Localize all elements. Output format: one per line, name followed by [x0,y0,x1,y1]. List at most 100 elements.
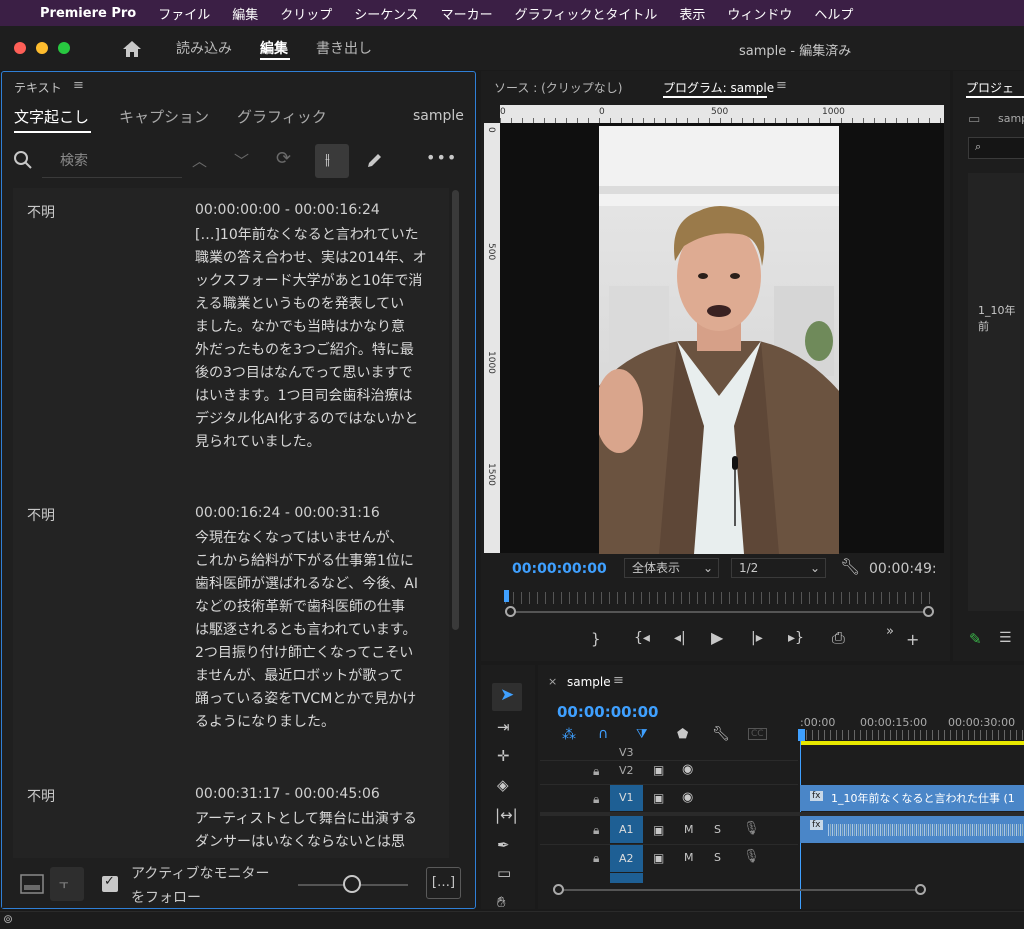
add-button-icon[interactable]: + [906,630,919,649]
speaker-label[interactable]: 不明 [27,202,55,222]
timeline-zoom-right-handle[interactable] [915,884,926,895]
lock-icon[interactable]: 🔒︎ [593,792,599,807]
tab-edit[interactable]: 編集 [260,38,288,58]
linked-selection-icon[interactable]: ⧩ [636,727,648,742]
sync-lock-icon[interactable]: ▣ [653,823,664,837]
project-tab[interactable]: プロジェ [966,79,1014,96]
slip-tool-icon[interactable]: |↔| [495,806,518,824]
align-button[interactable]: ⫟ [50,867,84,901]
eye-icon[interactable]: ◉ [682,762,693,777]
more-options-icon[interactable]: ••• [426,148,457,167]
audio-clip[interactable]: fx [800,816,1024,843]
eye-icon[interactable]: ◉ [682,790,693,805]
snap-magnet-icon[interactable]: ∩ [598,726,608,742]
close-window-button[interactable] [14,42,26,54]
menu-edit[interactable]: 編集 [232,4,258,23]
timeline-playhead-handle[interactable] [798,729,805,741]
program-zoom-bar[interactable] [511,611,928,613]
transcript-scrollbar[interactable] [452,190,459,630]
project-bin-area[interactable] [968,173,1024,611]
zoom-window-button[interactable] [58,42,70,54]
more-actions-button[interactable]: […] [426,867,461,899]
program-current-timecode[interactable]: 00:00:00:00 [512,561,607,577]
menu-window[interactable]: ウィンドウ [727,4,792,23]
pencil-icon[interactable] [366,151,384,169]
menu-graphics[interactable]: グラフィックとタイトル [515,4,658,23]
step-forward-icon[interactable]: |▸ [751,630,763,646]
resolution-dropdown[interactable]: 1/2 ⌄ [731,558,826,578]
chevron-down-icon[interactable]: ﹀ [234,150,249,171]
menu-clip[interactable]: クリップ [280,4,332,23]
track-name-v3[interactable]: V3 [619,746,634,759]
tab-transcript[interactable]: 文字起こし [14,106,89,127]
mute-button[interactable]: M [684,823,694,836]
tab-source[interactable]: ソース : (クリップなし) [494,79,622,96]
sequence-menu-icon[interactable]: ≡ [613,673,624,688]
tab-captions[interactable]: キャプション [119,106,209,127]
lock-icon[interactable]: 🔒︎ [593,851,599,866]
project-search-input[interactable]: ⌕ [968,137,1024,159]
menu-marker[interactable]: マーカー [441,4,493,23]
create-captions-icon[interactable] [20,873,44,895]
tab-export[interactable]: 書き出し [316,38,372,58]
go-to-in-icon[interactable]: {◂ [634,630,650,646]
sync-lock-icon[interactable]: ▣ [653,791,664,805]
menu-help[interactable]: ヘルプ [814,4,853,23]
menu-sequence[interactable]: シーケンス [354,4,418,23]
creative-cloud-icon[interactable]: ⊚ [3,912,13,926]
transcript-text[interactable]: […]10年前なくなると言われていた 職業の答え合わせ、実は2014年、オ ック… [195,224,445,454]
zoom-slider-thumb[interactable] [343,875,361,893]
source-patch-a2[interactable]: A2 [610,845,643,872]
list-view-icon[interactable]: ☰ [999,630,1012,646]
more-controls-icon[interactable]: » [886,624,894,639]
replace-icon[interactable]: ⟳ [276,148,291,169]
menu-app-name[interactable]: Premiere Pro [40,6,136,21]
rectangle-tool-icon[interactable]: ▭ [497,864,511,882]
solo-button[interactable]: S [714,851,721,864]
zoom-dropdown[interactable]: 全体表示 ⌄ [624,558,719,578]
menu-view[interactable]: 表示 [679,4,705,23]
program-menu-icon[interactable]: ≡ [776,78,787,93]
timeline-wrench-icon[interactable]: 🔧︎ [712,726,730,742]
timeline-zoom-bar[interactable] [558,889,924,891]
timeline-zoom-left-handle[interactable] [553,884,564,895]
play-icon[interactable]: ▶ [711,628,723,647]
chevron-up-icon[interactable]: ︿ [192,150,207,171]
solo-button[interactable]: S [714,823,721,836]
pen-icon[interactable]: ✒ [497,836,510,854]
source-patch-a3[interactable] [610,873,643,883]
mute-button[interactable]: M [684,851,694,864]
hand-icon[interactable]: ✋︎ [497,893,506,911]
program-playhead[interactable] [504,590,509,602]
video-clip[interactable]: fx 1_10年前なくなると言われた仕事 (1 [800,785,1024,811]
sequence-tab[interactable]: sample [567,675,611,689]
close-sequence-icon[interactable]: × [548,675,557,688]
mark-out-icon[interactable]: } [591,630,601,648]
project-clip-name[interactable]: 1_10年前 [978,302,1024,334]
captions-toggle[interactable]: CC [748,728,767,740]
zoom-bar-left-handle[interactable] [505,606,516,617]
go-to-out-icon[interactable]: ▸} [788,630,804,646]
wrench-icon[interactable]: 🔧︎ [840,557,860,576]
speaker-label[interactable]: 不明 [27,786,55,806]
step-back-icon[interactable]: ◂| [674,630,686,646]
nest-icon[interactable]: ⁂ [562,727,576,743]
timeline-timecode[interactable]: 00:00:00:00 [557,703,659,721]
home-icon[interactable] [122,40,142,58]
add-marker-icon[interactable]: ⬟ [677,727,688,742]
pencil-icon[interactable]: ✎ [969,630,982,648]
lock-icon[interactable]: 🔒︎ [593,823,599,838]
microphone-icon[interactable]: 🎙︎ [743,849,760,864]
sync-lock-icon[interactable]: ▣ [653,851,664,865]
source-patch-v1[interactable]: V1 [610,785,643,811]
panel-menu-icon[interactable]: ≡ [73,78,84,93]
follow-monitor-checkbox[interactable]: ✓ [102,874,118,892]
timeline-ruler-ticks[interactable] [800,730,1024,740]
search-input[interactable]: 検索 [42,146,182,178]
split-segment-button[interactable]: ⫲ [315,144,349,178]
zoom-bar-right-handle[interactable] [923,606,934,617]
lock-icon[interactable]: 🔒︎ [593,764,599,779]
track-select-icon[interactable]: ⇥ [497,718,510,736]
program-time-ruler[interactable] [505,592,935,604]
tab-import[interactable]: 読み込み [176,38,232,58]
